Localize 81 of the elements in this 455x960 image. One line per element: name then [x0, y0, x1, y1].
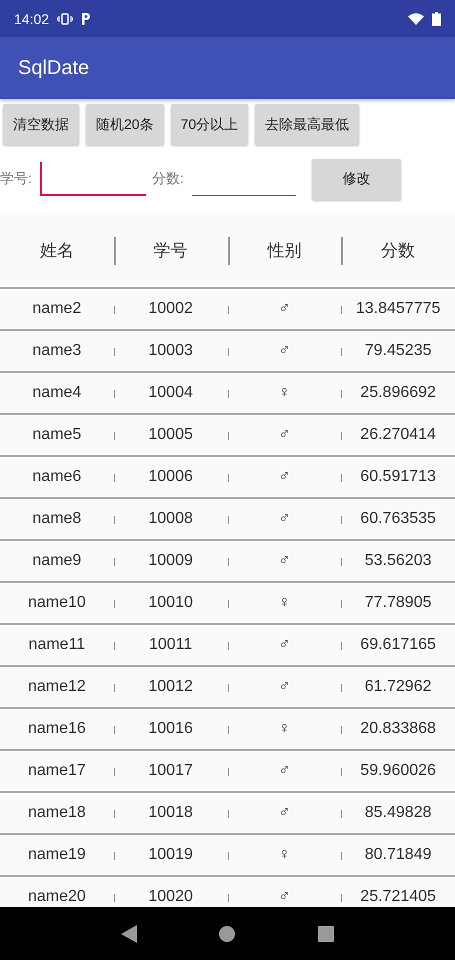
column-header: 分数: [381, 240, 416, 260]
table-cell: 85.49828: [364, 804, 432, 821]
table-cell: 26.270414: [360, 426, 436, 443]
back-icon[interactable]: [121, 924, 138, 942]
table-cell: ♀: [278, 846, 290, 863]
table-cell: 10020: [148, 888, 193, 905]
table-cell: 10016: [148, 720, 193, 737]
field-label: 学号:: [0, 170, 32, 188]
table-cell: 10003: [148, 342, 193, 359]
table-cell: 53.56203: [364, 552, 432, 569]
table-cell: ♂: [278, 510, 290, 527]
table-cell: ♂: [278, 678, 290, 695]
table-cell: 60.763535: [360, 510, 436, 527]
table-cell: 10006: [148, 468, 193, 485]
table-cell: 10009: [148, 552, 193, 569]
action-button[interactable]: 随机20条: [86, 104, 164, 145]
table-cell: name12: [28, 678, 86, 695]
table-cell: name20: [28, 888, 86, 905]
modify-button[interactable]: 修改: [312, 158, 401, 200]
table-cell: 69.617165: [360, 636, 436, 653]
app-title: SqlDate: [18, 56, 90, 80]
column-header: 学号: [154, 240, 188, 260]
table-cell: name19: [28, 846, 86, 863]
action-button[interactable]: 70分以上: [170, 104, 248, 145]
table-cell: ♂: [278, 342, 290, 359]
table-cell: 10004: [148, 384, 193, 401]
table-cell: 59.960026: [360, 762, 436, 779]
table-cell: 10008: [148, 510, 193, 527]
table-cell: name18: [28, 804, 86, 821]
table-cell: name8: [32, 510, 82, 527]
table-cell: 10002: [148, 300, 193, 317]
table-cell: 60.591713: [360, 468, 436, 485]
table-cell: ♂: [278, 552, 290, 569]
table-cell: 10011: [148, 636, 192, 653]
battery-icon: [432, 12, 441, 26]
table-cell: ♀: [278, 720, 290, 737]
parking-icon: [81, 12, 92, 25]
input-field[interactable]: [40, 162, 146, 196]
table-cell: name2: [32, 300, 82, 317]
action-button[interactable]: 去除最高最低: [255, 104, 360, 145]
table-cell: 10019: [148, 846, 193, 863]
table-cell: name6: [32, 468, 82, 485]
table-cell: name11: [28, 636, 86, 653]
table-cell: ♂: [278, 762, 290, 779]
table-cell: 10010: [148, 594, 193, 611]
table-cell: 25.721405: [360, 888, 436, 905]
table-cell: name9: [32, 552, 82, 569]
table-cell: ♂: [278, 636, 290, 653]
table-cell: 10017: [148, 762, 193, 779]
column-header: 性别: [267, 240, 302, 260]
wifi-icon: [408, 12, 424, 24]
home-icon[interactable]: [219, 926, 236, 942]
table-cell: 10005: [148, 426, 193, 443]
table-cell: ♂: [278, 300, 290, 317]
table-cell: 10012: [148, 678, 193, 695]
table-cell: 61.72962: [364, 678, 432, 695]
table-cell: 25.896692: [360, 384, 436, 401]
table-cell: ♂: [278, 426, 290, 443]
table-cell: ♂: [278, 804, 290, 821]
table-cell: name17: [28, 762, 86, 779]
table-cell: ♀: [278, 594, 290, 611]
recents-icon[interactable]: [318, 926, 334, 942]
table-cell: 20.833868: [360, 720, 436, 737]
table-cell: name16: [28, 720, 86, 737]
table-cell: ♂: [278, 888, 290, 905]
table-cell: name3: [32, 342, 82, 359]
field-label: 分数:: [152, 170, 184, 188]
table-cell: 79.45235: [364, 342, 432, 359]
table-cell: name5: [32, 426, 82, 443]
table-cell: name10: [28, 594, 86, 611]
status-time: 14:02: [14, 10, 50, 26]
table-cell: 80.71849: [364, 846, 432, 863]
column-header: 姓名: [40, 240, 74, 260]
action-button[interactable]: 清空数据: [3, 104, 79, 145]
table-cell: ♂: [278, 468, 290, 485]
table-cell: 13.8457775: [356, 300, 440, 317]
table-cell: 10018: [148, 804, 193, 821]
table-cell: ♀: [278, 384, 290, 401]
vibrate-icon: [57, 12, 74, 24]
table-cell: 77.78905: [364, 594, 432, 611]
table-cell: name4: [32, 384, 82, 401]
